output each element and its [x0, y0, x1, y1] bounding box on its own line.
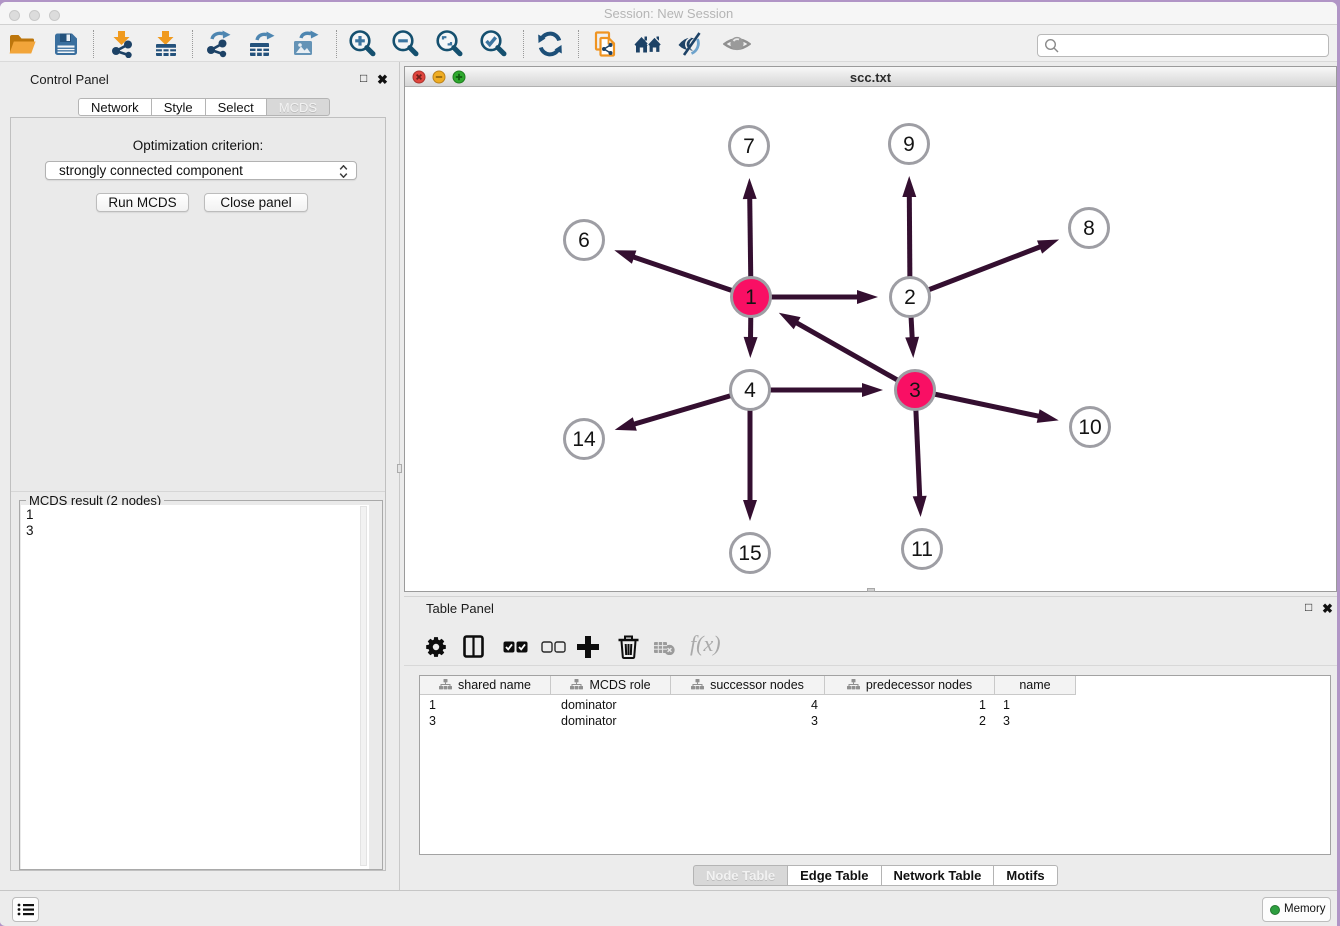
svg-text:10: 10 — [1078, 416, 1101, 439]
svg-text:15: 15 — [738, 542, 761, 565]
svg-text:2: 2 — [904, 286, 916, 309]
svg-text:4: 4 — [744, 379, 756, 402]
svg-text:8: 8 — [1083, 217, 1095, 240]
svg-text:7: 7 — [743, 135, 755, 158]
svg-text:1: 1 — [745, 286, 757, 309]
svg-text:9: 9 — [903, 133, 915, 156]
svg-text:11: 11 — [911, 538, 933, 561]
svg-text:6: 6 — [578, 229, 590, 252]
svg-text:14: 14 — [572, 428, 596, 451]
svg-text:3: 3 — [909, 379, 921, 402]
